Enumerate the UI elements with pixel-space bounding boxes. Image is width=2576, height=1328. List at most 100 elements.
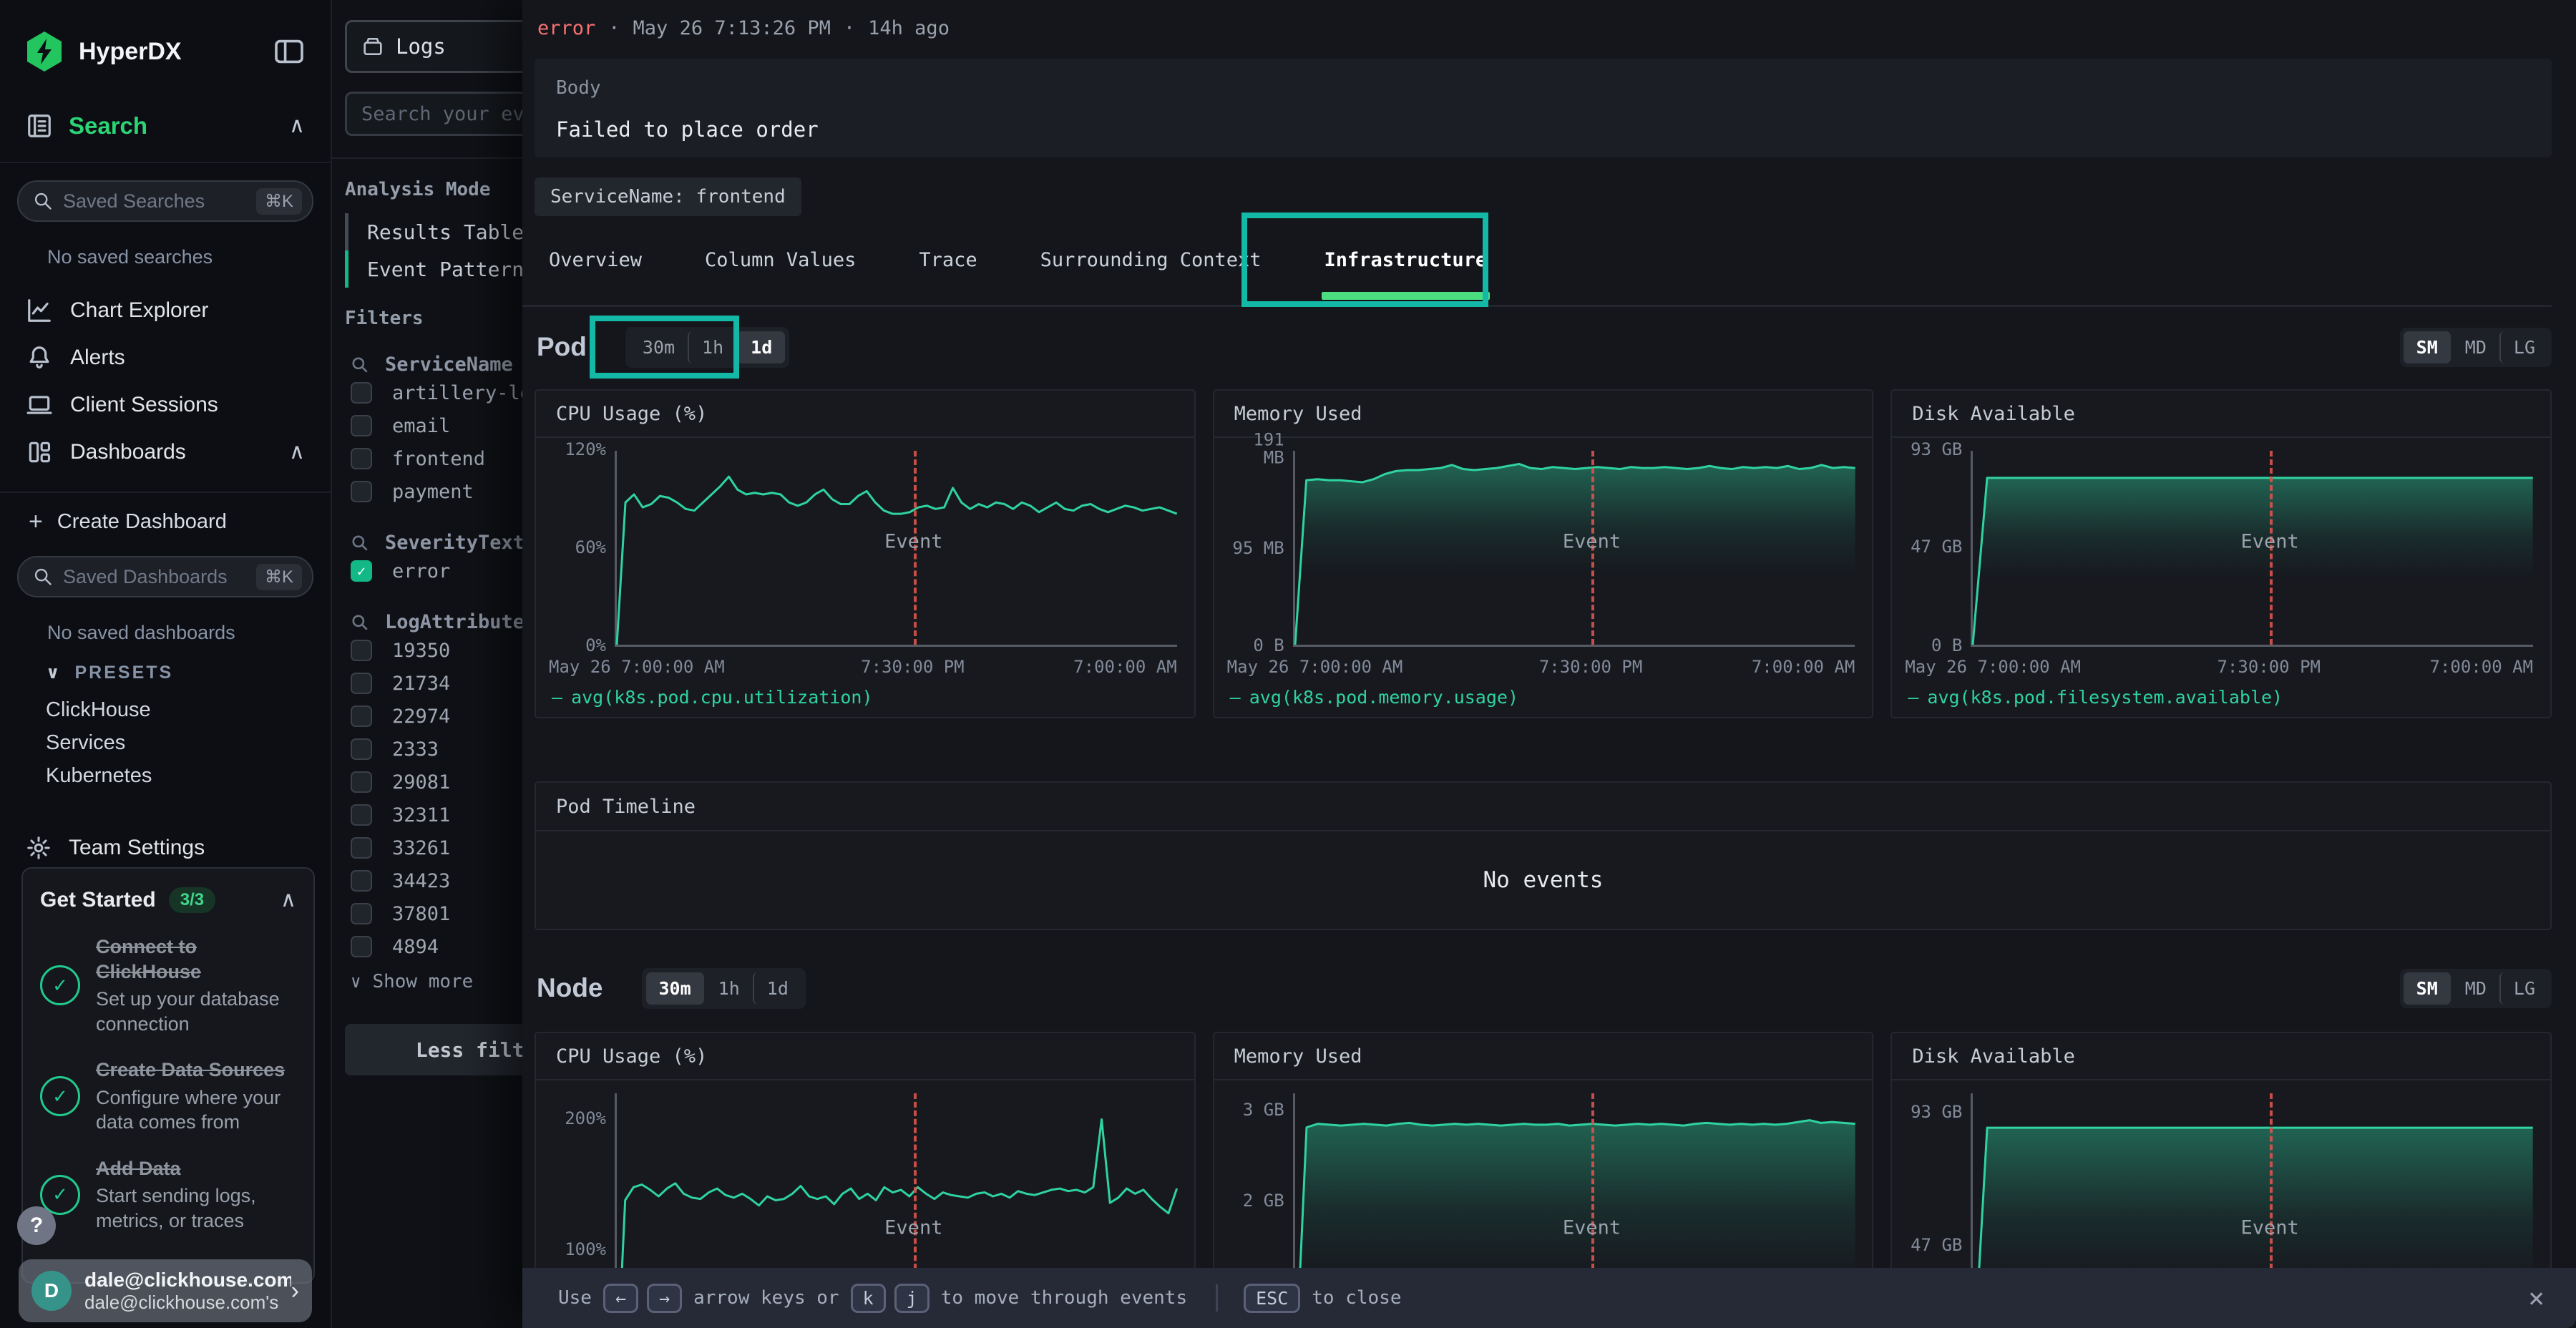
avatar: D [31, 1271, 72, 1311]
tab-column-values[interactable]: Column Values [673, 215, 887, 305]
range-option-lg[interactable]: LG [2499, 972, 2548, 1005]
range-option-1d[interactable]: 1d [736, 331, 785, 363]
y-axis-label: 2 GB [1230, 1192, 1284, 1210]
sidebar-item-search[interactable]: Search ∧ [0, 106, 331, 146]
filter-option-payment[interactable]: payment [345, 476, 522, 507]
chart-card-body: 93 GB47 GB0 BEventMay 26 7:00:00 AM7:30:… [1892, 438, 2550, 717]
show-more-button[interactable]: ∨ Show more [345, 971, 522, 992]
chevron-down-icon: ∨ [351, 973, 361, 990]
sidebar-item-chart-explorer[interactable]: Chart Explorer [0, 287, 331, 334]
sidebar-item-alerts[interactable]: Alerts [0, 334, 331, 381]
saved-dashboards-input[interactable]: Saved Dashboards ⌘K [17, 556, 313, 597]
checkbox[interactable] [351, 738, 372, 760]
checkbox[interactable] [351, 870, 372, 892]
chart-legend: —avg(k8s.pod.cpu.utilization) [546, 683, 1177, 711]
filter-option-error[interactable]: ✓error [345, 555, 522, 587]
range-option-1h[interactable]: 1h [688, 331, 736, 363]
preset-clickhouse[interactable]: ClickHouse [0, 693, 331, 726]
filter-option-34423[interactable]: 34423 [345, 865, 522, 897]
range-option-sm[interactable]: SM [2404, 972, 2451, 1005]
presets-toggle[interactable]: ∨ PRESETS [0, 663, 331, 683]
filter-option-frontend[interactable]: frontend [345, 443, 522, 474]
filter-option-label: 4894 [392, 936, 439, 958]
preset-kubernetes[interactable]: Kubernetes [0, 759, 331, 792]
range-option-md[interactable]: MD [2451, 972, 2499, 1005]
filter-option-2333[interactable]: 2333 [345, 733, 522, 765]
get-started-step[interactable]: ✓ Create Data Sources Configure where yo… [40, 1058, 296, 1135]
tab-surrounding-context[interactable]: Surrounding Context [1009, 215, 1293, 305]
chevron-up-icon[interactable]: ∧ [289, 441, 305, 463]
check-circle-icon: ✓ [40, 965, 80, 1005]
less-filters-button[interactable]: Less filters [345, 1024, 522, 1075]
range-option-1h[interactable]: 1h [704, 972, 753, 1005]
y-axis-label: 200% [552, 1110, 606, 1128]
severity-badge: error [537, 17, 595, 39]
user-menu[interactable]: D dale@clickhouse.com dale@clickhouse.co… [19, 1259, 312, 1322]
create-dashboard-button[interactable]: + Create Dashboard [0, 504, 331, 539]
legend-dash-icon: — [1230, 687, 1241, 708]
get-started-step[interactable]: ✓ Connect to ClickHouse Set up your data… [40, 934, 296, 1036]
checkbox[interactable] [351, 804, 372, 826]
source-select-button[interactable]: Logs [345, 20, 522, 73]
tab-infrastructure[interactable]: Infrastructure [1293, 215, 1519, 305]
y-axis-label: 3 GB [1230, 1101, 1284, 1119]
sidebar-item-team-settings[interactable]: Team Settings [0, 835, 331, 861]
range-option-md[interactable]: MD [2451, 331, 2499, 363]
pod-timeline-card: Pod Timeline No events [535, 781, 2552, 930]
filter-option-33261[interactable]: 33261 [345, 832, 522, 864]
pod-section-header: Pod 30m1h1d SMMDLG [537, 323, 2552, 371]
checkbox[interactable] [351, 837, 372, 859]
event-search-input[interactable] [360, 102, 522, 126]
collapse-sidebar-icon[interactable] [273, 39, 305, 64]
filter-option-artillery-load[interactable]: artillery-load [345, 377, 522, 409]
range-option-30m[interactable]: 30m [646, 972, 704, 1005]
filter-option-19350[interactable]: 19350 [345, 635, 522, 666]
tab-trace[interactable]: Trace [887, 215, 1008, 305]
checkbox[interactable] [351, 448, 372, 469]
chevron-up-icon[interactable]: ∧ [289, 115, 305, 137]
checkbox[interactable] [351, 481, 372, 502]
chevron-up-icon[interactable]: ∧ [280, 889, 296, 911]
filter-option-37801[interactable]: 37801 [345, 898, 522, 929]
filter-option-22974[interactable]: 22974 [345, 700, 522, 732]
sidebar-item-client-sessions[interactable]: Client Sessions [0, 381, 331, 429]
get-started-step[interactable]: ✓ Add Data Start sending logs, metrics, … [40, 1156, 296, 1234]
y-axis-label: 60% [552, 539, 606, 557]
filter-option-29081[interactable]: 29081 [345, 766, 522, 798]
checkbox[interactable] [351, 936, 372, 957]
checkbox[interactable] [351, 903, 372, 924]
filter-option-email[interactable]: email [345, 410, 522, 441]
cmd-k-shortcut: ⌘K [256, 188, 302, 215]
help-button[interactable]: ? [17, 1206, 56, 1245]
filter-option-label: 32311 [392, 804, 450, 826]
preset-services[interactable]: Services [0, 726, 331, 759]
analysis-mode-event-patterns[interactable]: Event Patterns [345, 250, 522, 288]
event-search-box[interactable] [345, 92, 522, 136]
filter-option-32311[interactable]: 32311 [345, 799, 522, 831]
range-option-sm[interactable]: SM [2404, 331, 2451, 363]
filter-option-4894[interactable]: 4894 [345, 931, 522, 962]
checkbox[interactable] [351, 382, 372, 404]
checkbox[interactable] [351, 640, 372, 661]
filter-option-21734[interactable]: 21734 [345, 668, 522, 699]
chart-plot: Event [615, 451, 1177, 647]
pod-chart-size-control: SMMDLG [2400, 328, 2552, 367]
range-option-1d[interactable]: 1d [753, 972, 801, 1005]
range-option-lg[interactable]: LG [2499, 331, 2548, 363]
analysis-mode-results-table[interactable]: Results Table [345, 213, 522, 250]
service-name-chip[interactable]: ServiceName: frontend [535, 177, 801, 216]
source-select-value: Logs [396, 34, 446, 59]
range-option-30m[interactable]: 30m [630, 331, 688, 363]
checkbox[interactable] [351, 771, 372, 793]
checkbox[interactable] [351, 415, 372, 436]
sidebar-item-dashboards[interactable]: Dashboards ∧ [0, 429, 331, 476]
x-axis-label: 7:30:00 PM [2217, 657, 2321, 677]
saved-searches-input[interactable]: Saved Searches ⌘K [17, 180, 313, 222]
checkbox[interactable] [351, 706, 372, 727]
checkbox[interactable] [351, 673, 372, 694]
close-icon[interactable]: × [2528, 1282, 2545, 1314]
filter-group-ServiceName: ServiceName [345, 353, 522, 376]
tab-overview[interactable]: Overview [522, 215, 673, 305]
checkbox[interactable]: ✓ [351, 560, 372, 582]
sidebar-item-label: Search [69, 112, 289, 140]
